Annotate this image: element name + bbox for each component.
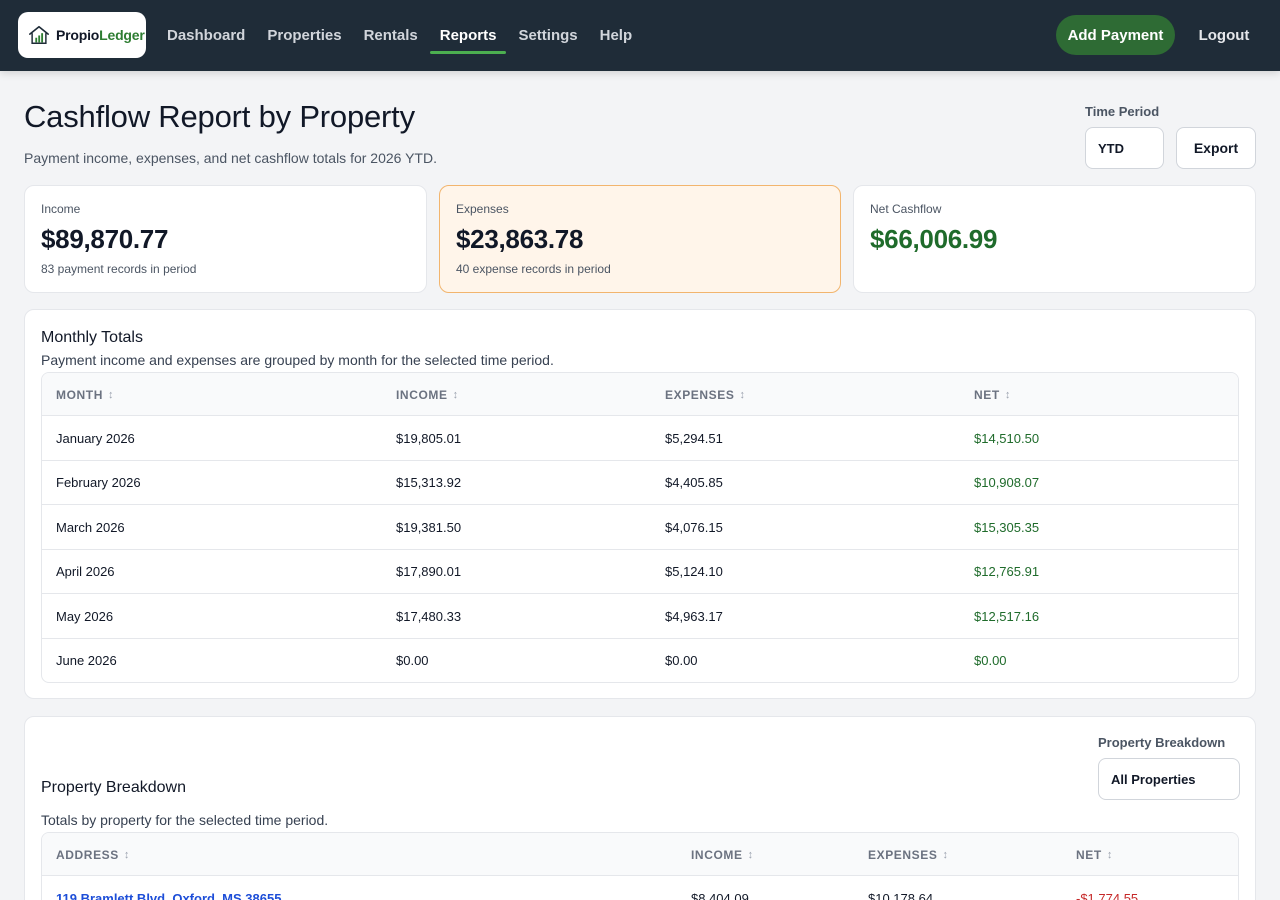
column-header-income[interactable]: INCOME ↕ <box>396 373 459 416</box>
nav-link-rentals[interactable]: Rentals <box>354 0 428 71</box>
net-cashflow-label: Net Cashflow <box>870 202 942 216</box>
monthly-totals-panel: Monthly Totals Payment income and expens… <box>24 309 1256 699</box>
logout-button[interactable]: Logout <box>1188 15 1260 55</box>
property-breakdown-table: ADDRESS ↕ INCOME ↕ EXPENSES ↕ NET ↕ 119 Bram… <box>41 832 1239 900</box>
column-header-address[interactable]: ADDRESS ↕ <box>56 833 130 876</box>
export-button[interactable]: Export <box>1176 127 1256 169</box>
sort-icon: ↕ <box>1106 848 1113 861</box>
table-row: March 2026 $19,381.50 $4,076.15 $15,305.… <box>42 505 1238 550</box>
sort-icon: ↕ <box>739 388 746 401</box>
property-breakdown-description: Totals by property for the selected time… <box>41 812 329 828</box>
month-cell: March 2026 <box>56 519 125 535</box>
expenses-cell: $4,405.85 <box>665 475 723 490</box>
net-cell: $12,517.16 <box>974 608 1040 624</box>
income-cell: $0.00 <box>396 653 429 668</box>
expenses-cell: $4,963.17 <box>665 608 723 624</box>
table-header: ADDRESS ↕ INCOME ↕ EXPENSES ↕ NET ↕ <box>42 833 1238 876</box>
sort-icon: ↕ <box>108 388 115 401</box>
income-note: 83 payment records in period <box>41 262 197 276</box>
sort-icon: ↕ <box>942 848 949 861</box>
sort-icon: ↕ <box>123 848 130 861</box>
column-header-income[interactable]: INCOME ↕ <box>691 833 754 876</box>
column-header-expenses[interactable]: EXPENSES ↕ <box>665 373 746 416</box>
column-header-month[interactable]: MONTH ↕ <box>56 373 114 416</box>
page-title: Cashflow Report by Property <box>24 99 415 134</box>
expenses-cell: $4,076.15 <box>665 519 723 535</box>
month-cell: February 2026 <box>56 475 141 490</box>
table-row: February 2026 $15,313.92 $4,405.85 $10,9… <box>42 461 1238 505</box>
column-header-expenses[interactable]: EXPENSES ↕ <box>868 833 949 876</box>
property-address-link[interactable]: 119 Bramlett Blvd, Oxford, MS 38655 <box>56 876 281 900</box>
table-row: April 2026 $17,890.01 $5,124.10 $12,765.… <box>42 550 1238 594</box>
page-subtitle: Payment income, expenses, and net cashfl… <box>24 150 437 166</box>
time-period-select[interactable]: YTD <box>1085 127 1164 169</box>
column-header-net[interactable]: NET ↕ <box>974 373 1011 416</box>
expenses-label: Expenses <box>456 202 509 216</box>
add-payment-button[interactable]: Add Payment <box>1056 15 1175 55</box>
nav-link-help[interactable]: Help <box>590 0 643 71</box>
sort-icon: ↕ <box>1004 388 1011 401</box>
expenses-cell: $0.00 <box>665 653 698 668</box>
house-chart-icon <box>29 25 49 44</box>
table-row: May 2026 $17,480.33 $4,963.17 $12,517.16 <box>42 594 1238 639</box>
table-header: MONTH ↕ INCOME ↕ EXPENSES ↕ NET ↕ <box>42 373 1238 416</box>
month-cell: April 2026 <box>56 564 115 579</box>
table-row: January 2026 $19,805.01 $5,294.51 $14,51… <box>42 416 1238 461</box>
column-header-net[interactable]: NET ↕ <box>1076 833 1113 876</box>
net-cell: $12,765.91 <box>974 564 1040 579</box>
app-logo[interactable]: PropioLedger <box>18 12 146 58</box>
income-cell: $8,404.09 <box>691 890 749 900</box>
net-cell: -$1,774.55 <box>1076 890 1139 900</box>
net-cell: $15,305.35 <box>974 519 1040 535</box>
expenses-note: 40 expense records in period <box>456 262 611 276</box>
expenses-card: Expenses $23,863.78 40 expense records i… <box>439 185 841 293</box>
net-cell: $14,510.50 <box>974 430 1040 446</box>
net-cell: $0.00 <box>974 653 1007 668</box>
month-cell: June 2026 <box>56 653 117 668</box>
monthly-totals-description: Payment income and expenses are grouped … <box>41 352 554 368</box>
income-cell: $17,480.33 <box>396 608 462 624</box>
property-breakdown-title: Property Breakdown <box>41 779 186 796</box>
time-period-label: Time Period <box>1085 104 1160 119</box>
nav-link-settings[interactable]: Settings <box>508 0 587 71</box>
income-cell: $19,381.50 <box>396 519 462 535</box>
net-cashflow-card: Net Cashflow $66,006.99 <box>853 185 1256 293</box>
monthly-totals-title: Monthly Totals <box>41 329 143 346</box>
sort-icon: ↕ <box>747 848 754 861</box>
nav-link-reports[interactable]: Reports <box>429 0 507 71</box>
nav-links: Dashboard Properties Rentals Reports Set… <box>157 0 644 71</box>
income-cell: $15,313.92 <box>396 475 462 490</box>
net-cashflow-value: $66,006.99 <box>870 224 998 254</box>
property-breakdown-select[interactable]: All Properties <box>1098 758 1240 800</box>
sort-icon: ↕ <box>452 388 459 401</box>
top-nav: PropioLedger Dashboard Properties Rental… <box>0 0 1280 71</box>
income-label: Income <box>41 202 81 216</box>
table-row: 119 Bramlett Blvd, Oxford, MS 38655 $8,4… <box>42 876 1238 900</box>
month-cell: January 2026 <box>56 430 135 446</box>
expenses-cell: $10,178.64 <box>868 890 934 900</box>
expenses-cell: $5,124.10 <box>665 564 723 579</box>
income-value: $89,870.77 <box>41 224 169 254</box>
income-cell: $19,805.01 <box>396 430 462 446</box>
monthly-totals-table: MONTH ↕ INCOME ↕ EXPENSES ↕ NET ↕ January 20… <box>41 372 1239 683</box>
income-card: Income $89,870.77 83 payment records in … <box>24 185 427 293</box>
logo-text: PropioLedger <box>56 27 145 43</box>
net-cell: $10,908.07 <box>974 475 1040 490</box>
nav-link-properties[interactable]: Properties <box>257 0 351 71</box>
table-row: June 2026 $0.00 $0.00 $0.00 <box>42 639 1238 683</box>
expenses-value: $23,863.78 <box>456 224 584 254</box>
expenses-cell: $5,294.51 <box>665 430 723 446</box>
month-cell: May 2026 <box>56 608 114 624</box>
property-breakdown-panel: Property Breakdown All Properties Proper… <box>24 716 1256 900</box>
income-cell: $17,890.01 <box>396 564 462 579</box>
property-breakdown-filter-label: Property Breakdown <box>1098 735 1226 750</box>
nav-link-dashboard[interactable]: Dashboard <box>157 0 255 71</box>
